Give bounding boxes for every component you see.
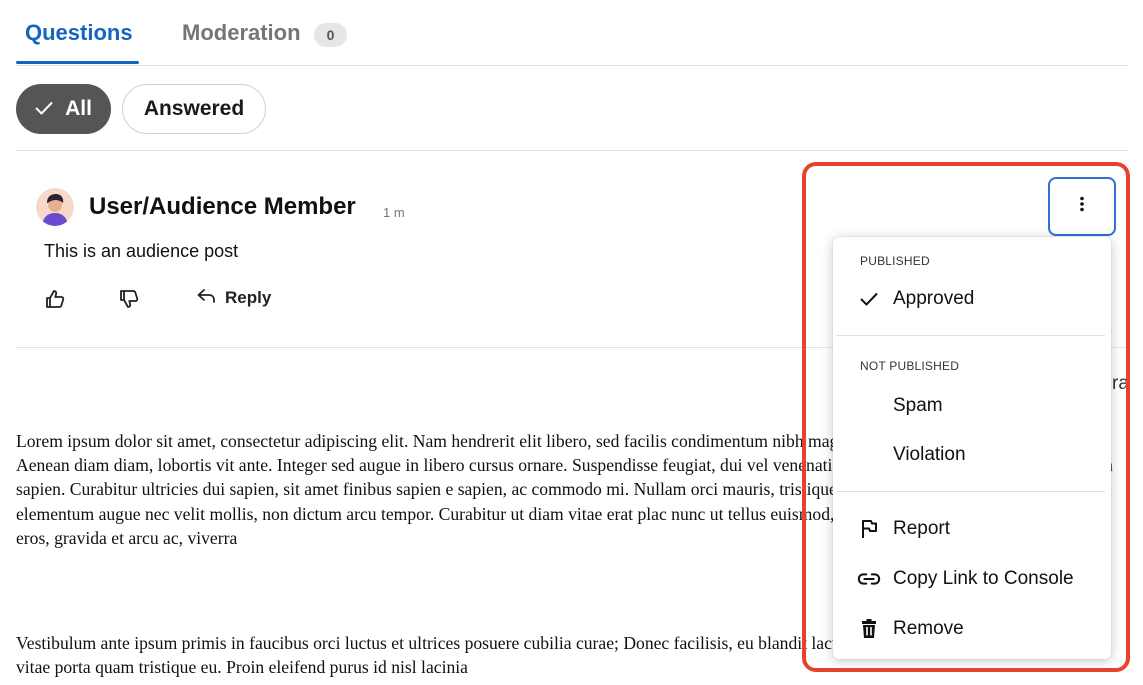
moderation-dropdown-menu: PUBLISHED Approved NOT PUBLISHED Spam Vi… <box>833 237 1111 659</box>
more-options-button[interactable] <box>1048 177 1116 236</box>
thumbs-down-icon <box>118 288 140 315</box>
kebab-menu-icon <box>1079 196 1085 217</box>
trash-icon <box>857 617 881 641</box>
partially-hidden-text: ra <box>1112 373 1129 394</box>
active-tab-indicator <box>16 61 139 64</box>
divider <box>16 150 1128 151</box>
reply-label: Reply <box>225 288 272 307</box>
menu-item-label: Violation <box>893 444 966 465</box>
menu-item-approved[interactable]: Approved <box>833 279 1111 319</box>
dislike-button[interactable] <box>118 288 140 315</box>
menu-item-label: Remove <box>893 618 964 639</box>
link-icon <box>857 567 881 591</box>
menu-section-heading: NOT PUBLISHED <box>860 359 960 373</box>
filter-all-label: All <box>65 97 92 120</box>
menu-item-spam[interactable]: Spam <box>833 386 1111 426</box>
menu-item-copy-link[interactable]: Copy Link to Console <box>833 559 1111 599</box>
menu-item-label: Spam <box>893 395 943 416</box>
filter-answered-chip[interactable]: Answered <box>122 84 266 134</box>
menu-item-label: Approved <box>893 288 975 309</box>
tab-moderation[interactable]: Moderation <box>182 20 301 46</box>
post-timestamp: 1 m <box>383 205 405 220</box>
check-icon <box>857 287 881 311</box>
reply-arrow-icon <box>197 288 215 308</box>
post-author: User/Audience Member <box>89 193 356 220</box>
menu-item-report[interactable]: Report <box>833 509 1111 549</box>
post-body: This is an audience post <box>44 241 239 261</box>
menu-item-label: Report <box>893 518 951 539</box>
reply-button[interactable]: Reply <box>197 288 271 308</box>
moderation-count-badge: 0 <box>314 23 347 47</box>
menu-item-remove[interactable]: Remove <box>833 609 1111 649</box>
menu-item-label: Copy Link to Console <box>893 568 1074 589</box>
menu-divider <box>836 491 1105 492</box>
tab-bar: Questions Moderation 0 <box>16 0 1128 66</box>
avatar <box>36 188 74 226</box>
like-button[interactable] <box>44 288 66 315</box>
tab-questions[interactable]: Questions <box>25 20 133 46</box>
menu-divider <box>836 335 1105 336</box>
menu-item-violation[interactable]: Violation <box>833 435 1111 475</box>
menu-section-heading: PUBLISHED <box>860 254 930 268</box>
check-icon <box>35 97 53 121</box>
thumbs-up-icon <box>44 288 66 315</box>
filter-answered-label: Answered <box>143 97 245 120</box>
filter-all-chip[interactable]: All <box>16 84 111 134</box>
flag-icon <box>857 517 881 541</box>
